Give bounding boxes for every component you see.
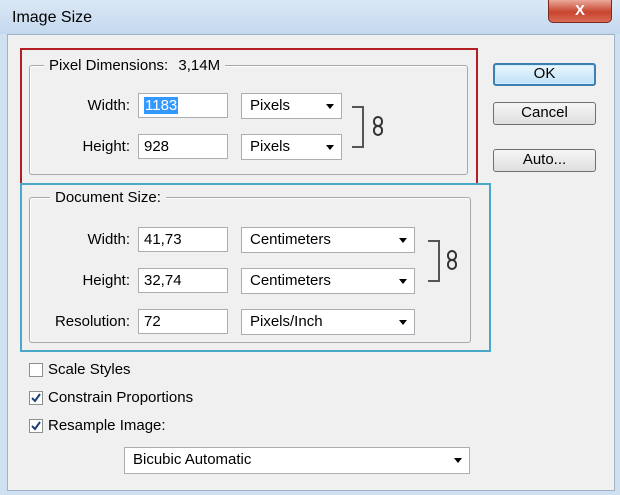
doc-height-input[interactable]: 32,74: [138, 268, 228, 293]
chevron-down-icon: [326, 145, 334, 150]
chevron-down-icon: [454, 458, 462, 463]
chain-link-icon: [447, 250, 457, 270]
doc-height-unit-select[interactable]: Centimeters: [241, 268, 415, 294]
checkmark-icon: [31, 393, 41, 403]
constrain-proportions-checkbox[interactable]: [29, 391, 43, 405]
ok-button[interactable]: OK: [493, 63, 596, 86]
pixel-height-unit: Pixels: [250, 138, 291, 155]
pixel-width-unit: Pixels: [250, 97, 291, 114]
doc-link-bracket: [428, 240, 440, 282]
chain-link-icon: [373, 116, 383, 136]
pixel-height-label: Height:: [82, 138, 130, 155]
resolution-label: Resolution:: [54, 313, 130, 330]
chevron-down-icon: [326, 104, 334, 109]
chevron-down-icon: [399, 238, 407, 243]
doc-width-unit: Centimeters: [250, 231, 331, 248]
checkmark-icon: [31, 421, 41, 431]
cancel-button[interactable]: Cancel: [493, 102, 596, 125]
resolution-value: 72: [144, 313, 161, 330]
doc-width-input[interactable]: 41,73: [138, 227, 228, 252]
pixel-width-value: 1183: [144, 97, 179, 114]
pixel-height-value: 928: [144, 138, 170, 155]
title-bar: Image Size X: [0, 0, 620, 34]
doc-width-unit-select[interactable]: Centimeters: [241, 227, 415, 253]
constrain-proportions-label: Constrain Proportions: [48, 389, 194, 406]
pixel-height-input[interactable]: 928: [138, 134, 228, 159]
resample-image-label: Resample Image:: [48, 417, 166, 434]
pixel-width-label: Width:: [87, 97, 130, 114]
doc-height-label: Height:: [82, 272, 130, 289]
close-icon: X: [574, 2, 585, 19]
resolution-unit-select[interactable]: Pixels/Inch: [241, 309, 415, 335]
scale-styles-checkbox[interactable]: [29, 363, 43, 377]
doc-height-value: 32,74: [144, 272, 182, 289]
pixel-dimensions-label: Pixel Dimensions:: [49, 57, 169, 74]
pixel-dimensions-size: 3,14M: [178, 57, 221, 74]
chevron-down-icon: [399, 279, 407, 284]
document-size-legend: Document Size:: [50, 189, 166, 206]
resolution-unit: Pixels/Inch: [250, 313, 323, 330]
resample-image-checkbox[interactable]: [29, 419, 43, 433]
pixel-dimensions-legend: Pixel Dimensions: 3,14M: [44, 57, 226, 74]
doc-width-label: Width:: [87, 231, 130, 248]
scale-styles-label: Scale Styles: [48, 361, 131, 378]
pixel-link-bracket: [352, 106, 364, 148]
resample-method-value: Bicubic Automatic: [133, 451, 252, 468]
close-button[interactable]: X: [548, 0, 612, 23]
resample-method-select[interactable]: Bicubic Automatic: [124, 447, 470, 474]
document-size-label: Document Size:: [55, 189, 161, 206]
auto-button[interactable]: Auto...: [493, 149, 596, 172]
chevron-down-icon: [399, 320, 407, 325]
window-title: Image Size: [12, 9, 93, 26]
doc-height-unit: Centimeters: [250, 272, 331, 289]
doc-width-value: 41,73: [144, 231, 182, 248]
pixel-height-unit-select[interactable]: Pixels: [241, 134, 342, 160]
pixel-width-unit-select[interactable]: Pixels: [241, 93, 342, 119]
pixel-width-input[interactable]: 1183: [138, 93, 228, 118]
resolution-input[interactable]: 72: [138, 309, 228, 334]
